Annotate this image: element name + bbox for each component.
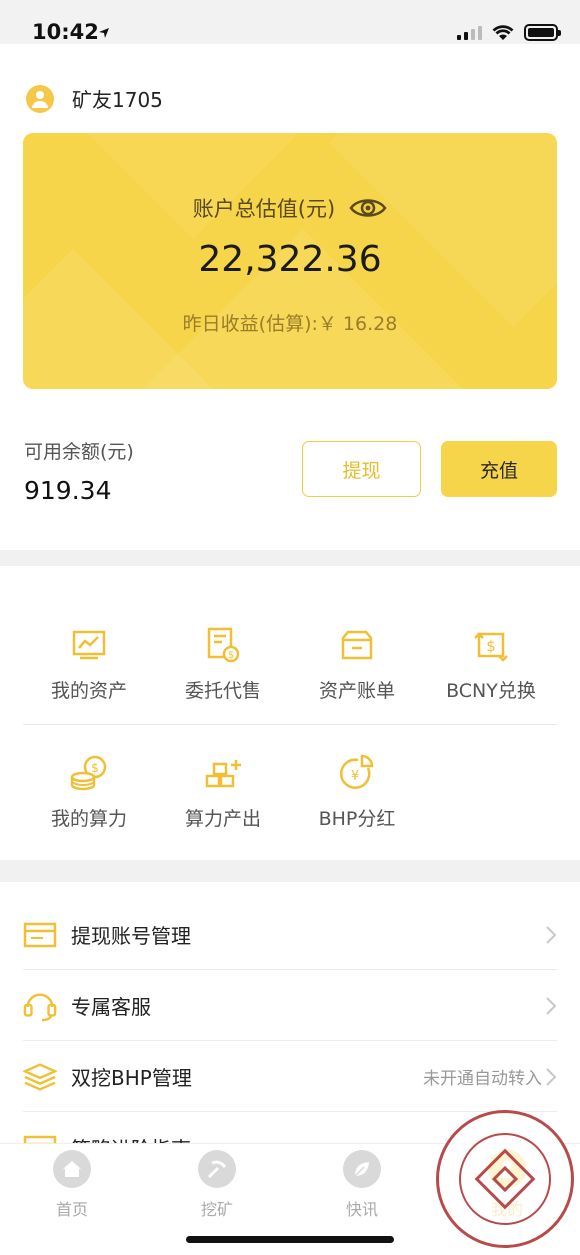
chevron-right-icon xyxy=(546,996,556,1015)
balance-value: 919.34 xyxy=(24,476,112,505)
watermark-stamp xyxy=(436,1110,574,1248)
tab-mining[interactable]: 挖矿 xyxy=(167,1150,267,1220)
user-row[interactable]: 矿友1705 xyxy=(26,84,163,113)
wifi-icon xyxy=(492,24,514,40)
grid-item-label: 我的资产 xyxy=(50,680,127,702)
list-item-customer-service[interactable]: 专属客服 xyxy=(0,970,580,1041)
asset-total-value: 22,322.36 xyxy=(198,239,382,280)
grid-item-my-hashrate[interactable]: $ 我的算力 xyxy=(24,752,154,831)
tab-news[interactable]: 快讯 xyxy=(312,1150,412,1220)
withdraw-button[interactable]: 提现 xyxy=(302,441,421,497)
tab-label: 首页 xyxy=(55,1200,88,1219)
tab-label: 挖矿 xyxy=(200,1200,233,1219)
grid-item-bhp-dividend[interactable]: ¥ BHP分红 xyxy=(292,752,422,831)
battery-icon xyxy=(524,24,561,41)
grid-item-label: 我的算力 xyxy=(50,808,127,830)
auto-transfer-status: 未开通自动转入 xyxy=(423,1069,542,1089)
svg-text:¥: ¥ xyxy=(351,769,359,784)
user-icon xyxy=(32,90,48,108)
signal-icon xyxy=(457,25,482,40)
blocks-plus-icon xyxy=(205,760,241,788)
coins-icon: $ xyxy=(70,755,107,791)
svg-text:$: $ xyxy=(486,637,496,655)
grid-item-label: 委托代售 xyxy=(184,680,261,702)
chevron-right-icon xyxy=(546,1067,556,1086)
chart-icon xyxy=(72,630,106,660)
headset-icon xyxy=(23,992,57,1021)
eye-icon[interactable] xyxy=(349,196,387,220)
list-item-bhp-management[interactable]: 双挖BHP管理 未开通自动转入 xyxy=(0,1041,580,1112)
grid-item-hashrate-output[interactable]: 算力产出 xyxy=(158,752,288,831)
status-time: 10:42 xyxy=(32,20,99,44)
leaf-icon xyxy=(354,1162,369,1177)
account-section: 矿友1705 账户总估值(元) 22,322.36 昨日收益(估算):￥ 16.… xyxy=(0,44,580,550)
yesterday-earnings: 昨日收益(估算):￥ 16.28 xyxy=(182,313,398,335)
username: 矿友1705 xyxy=(72,88,163,112)
location-arrow-icon xyxy=(99,28,109,38)
tab-home[interactable]: 首页 xyxy=(22,1150,122,1220)
grid-item-label: BHP分红 xyxy=(318,808,396,830)
status-bar: 10:42 xyxy=(0,0,580,44)
home-indicator xyxy=(186,1236,394,1243)
yuan-pie-icon: ¥ xyxy=(339,754,374,789)
list-item-label: 专属客服 xyxy=(71,995,151,1019)
svg-text:$: $ xyxy=(228,650,234,661)
bill-icon xyxy=(341,630,373,660)
grid-item-label: 资产账单 xyxy=(318,680,395,702)
list-item-withdraw-accounts[interactable]: 提现账号管理 xyxy=(0,899,580,970)
grid-item-label: 算力产出 xyxy=(184,808,261,830)
asset-title: 账户总估值(元) xyxy=(192,197,336,221)
grid-item-asset-bill[interactable]: 资产账单 xyxy=(292,624,422,703)
divider xyxy=(23,724,557,725)
list-item-label: 提现账号管理 xyxy=(71,924,191,948)
avatar[interactable] xyxy=(26,84,54,113)
layers-icon xyxy=(23,1062,57,1091)
grid-item-my-assets[interactable]: 我的资产 xyxy=(24,624,154,703)
balance-label: 可用余额(元) xyxy=(24,441,134,463)
grid-item-consign-sale[interactable]: $ 委托代售 xyxy=(158,624,288,703)
svg-text:$: $ xyxy=(91,761,99,775)
pickaxe-icon xyxy=(207,1160,227,1179)
grid-item-label: BCNY兑换 xyxy=(446,680,536,702)
list-item-label: 双挖BHP管理 xyxy=(71,1066,192,1090)
feature-grid: 我的资产 $ 委托代售 资产账单 $ BCNY兑换 $ 我的算力 算力产出 ¥ … xyxy=(0,566,580,860)
grid-item-bcny-exchange[interactable]: $ BCNY兑换 xyxy=(426,624,556,703)
card-icon xyxy=(23,922,57,947)
chevron-right-icon xyxy=(546,925,556,944)
tab-label: 快讯 xyxy=(345,1200,378,1219)
home-icon xyxy=(63,1161,81,1177)
exchange-icon: $ xyxy=(474,632,508,662)
asset-card: 账户总估值(元) 22,322.36 昨日收益(估算):￥ 16.28 xyxy=(23,133,557,389)
deposit-button[interactable]: 充值 xyxy=(441,441,557,497)
document-dollar-icon: $ xyxy=(207,627,240,663)
